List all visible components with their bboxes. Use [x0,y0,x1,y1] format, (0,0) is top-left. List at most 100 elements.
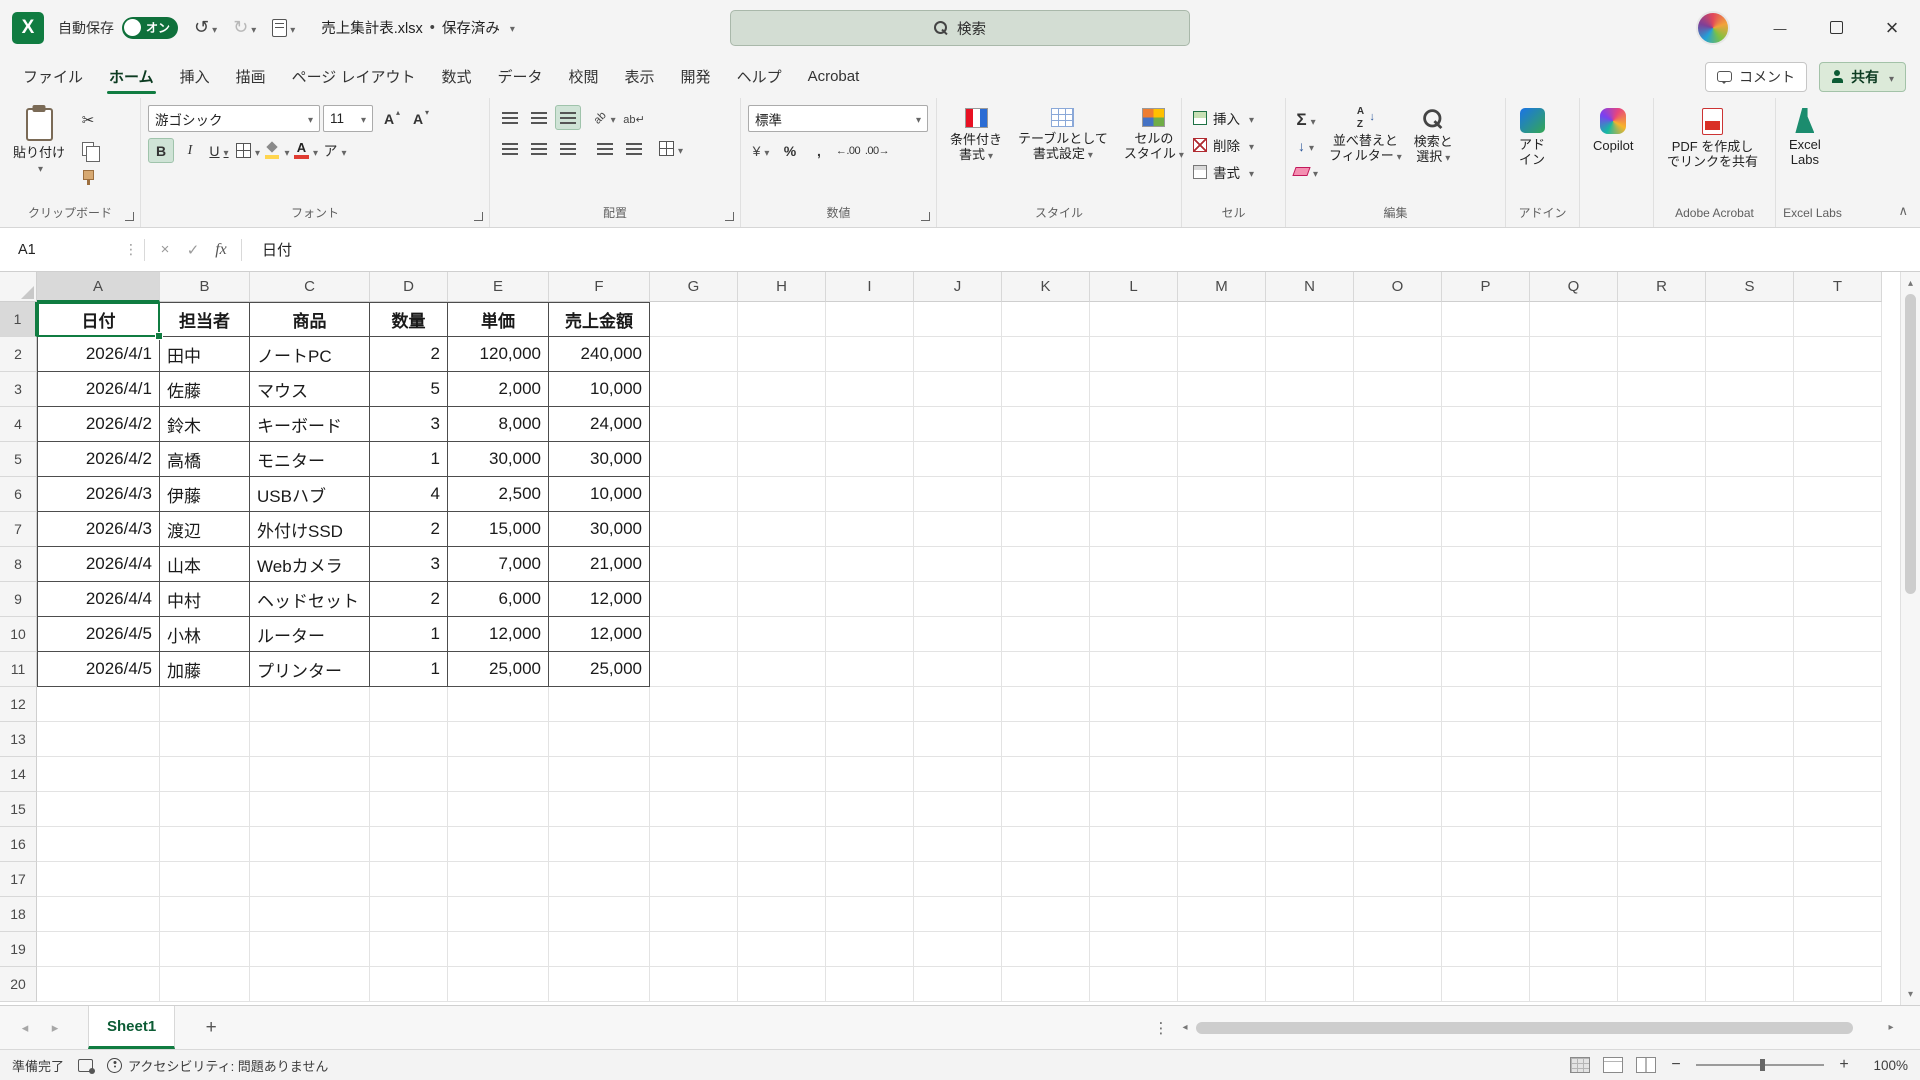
select-all-button[interactable] [0,272,37,302]
cell-P12[interactable] [1442,687,1530,722]
row-header-3[interactable]: 3 [0,372,37,407]
column-header-C[interactable]: C [250,272,370,302]
merge-center-button[interactable] [658,136,684,161]
cell-D9[interactable]: 2 [370,582,448,617]
column-header-M[interactable]: M [1178,272,1266,302]
cell-M9[interactable] [1178,582,1266,617]
cell-O19[interactable] [1354,932,1442,967]
page-layout-view-button[interactable] [1603,1057,1623,1073]
underline-button[interactable]: U [206,138,232,163]
cell-B17[interactable] [160,862,250,897]
cell-P8[interactable] [1442,547,1530,582]
normal-view-button[interactable] [1570,1057,1590,1073]
cell-C4[interactable]: キーボード [250,407,370,442]
cell-M20[interactable] [1178,967,1266,1002]
column-header-N[interactable]: N [1266,272,1354,302]
cell-R14[interactable] [1618,757,1706,792]
cell-T15[interactable] [1794,792,1882,827]
cell-M3[interactable] [1178,372,1266,407]
cell-A2[interactable]: 2026/4/1 [37,337,160,372]
column-header-R[interactable]: R [1618,272,1706,302]
cell-R18[interactable] [1618,897,1706,932]
italic-button[interactable]: I [177,138,203,163]
cell-H2[interactable] [738,337,826,372]
cell-Q2[interactable] [1530,337,1618,372]
cell-N20[interactable] [1266,967,1354,1002]
row-header-6[interactable]: 6 [0,477,37,512]
bold-button[interactable]: B [148,138,174,163]
cell-H4[interactable] [738,407,826,442]
cell-K20[interactable] [1002,967,1090,1002]
name-box-resize-icon[interactable] [124,241,138,258]
cell-S3[interactable] [1706,372,1794,407]
cell-C1[interactable]: 商品 [250,302,370,337]
cell-A11[interactable]: 2026/4/5 [37,652,160,687]
cell-G8[interactable] [650,547,738,582]
cell-F2[interactable]: 240,000 [549,337,650,372]
cell-C2[interactable]: ノートPC [250,337,370,372]
cell-H16[interactable] [738,827,826,862]
undo-button[interactable] [194,17,217,38]
cell-F17[interactable] [549,862,650,897]
cell-G5[interactable] [650,442,738,477]
close-button[interactable] [1864,0,1920,55]
dialog-launcher-icon[interactable] [125,212,134,221]
cell-F18[interactable] [549,897,650,932]
tab-acrobat[interactable]: Acrobat [795,55,873,98]
cell-J18[interactable] [914,897,1002,932]
row-header-4[interactable]: 4 [0,407,37,442]
cell-P2[interactable] [1442,337,1530,372]
cell-A3[interactable]: 2026/4/1 [37,372,160,407]
cell-D8[interactable]: 3 [370,547,448,582]
cell-N11[interactable] [1266,652,1354,687]
cell-O10[interactable] [1354,617,1442,652]
cell-N2[interactable] [1266,337,1354,372]
cell-E14[interactable] [448,757,549,792]
zoom-level[interactable]: 100% [1864,1058,1908,1073]
cell-C13[interactable] [250,722,370,757]
cell-N9[interactable] [1266,582,1354,617]
cell-E6[interactable]: 2,500 [448,477,549,512]
increase-font-size-button[interactable]: A [376,106,402,131]
cell-C5[interactable]: モニター [250,442,370,477]
cell-O4[interactable] [1354,407,1442,442]
decrease-decimal-button[interactable]: .00→ [864,138,890,163]
paste-button[interactable]: 貼り付け [7,105,71,202]
cell-O16[interactable] [1354,827,1442,862]
cell-N7[interactable] [1266,512,1354,547]
cell-A20[interactable] [37,967,160,1002]
cell-R17[interactable] [1618,862,1706,897]
cell-C15[interactable] [250,792,370,827]
cell-E4[interactable]: 8,000 [448,407,549,442]
cell-O1[interactable] [1354,302,1442,337]
tab-draw[interactable]: 描画 [223,55,279,98]
cell-K8[interactable] [1002,547,1090,582]
font-name-select[interactable]: 游ゴシック [148,105,320,132]
cell-styles-button[interactable]: セルの スタイル [1118,105,1190,202]
dialog-launcher-icon[interactable] [725,212,734,221]
dialog-launcher-icon[interactable] [921,212,930,221]
cell-E10[interactable]: 12,000 [448,617,549,652]
cell-F15[interactable] [549,792,650,827]
cell-Q1[interactable] [1530,302,1618,337]
cell-M14[interactable] [1178,757,1266,792]
cell-A8[interactable]: 2026/4/4 [37,547,160,582]
cell-Q14[interactable] [1530,757,1618,792]
create-pdf-button[interactable]: PDF を作成し でリンクを共有 [1661,105,1764,202]
column-header-Q[interactable]: Q [1530,272,1618,302]
cell-D16[interactable] [370,827,448,862]
cell-T4[interactable] [1794,407,1882,442]
cell-R4[interactable] [1618,407,1706,442]
cell-Q5[interactable] [1530,442,1618,477]
cell-F6[interactable]: 10,000 [549,477,650,512]
cell-S19[interactable] [1706,932,1794,967]
cell-B9[interactable]: 中村 [160,582,250,617]
cell-K1[interactable] [1002,302,1090,337]
cell-M19[interactable] [1178,932,1266,967]
cell-Q18[interactable] [1530,897,1618,932]
cell-K15[interactable] [1002,792,1090,827]
cell-L11[interactable] [1090,652,1178,687]
cell-F19[interactable] [549,932,650,967]
column-header-L[interactable]: L [1090,272,1178,302]
currency-format-button[interactable] [748,138,774,163]
